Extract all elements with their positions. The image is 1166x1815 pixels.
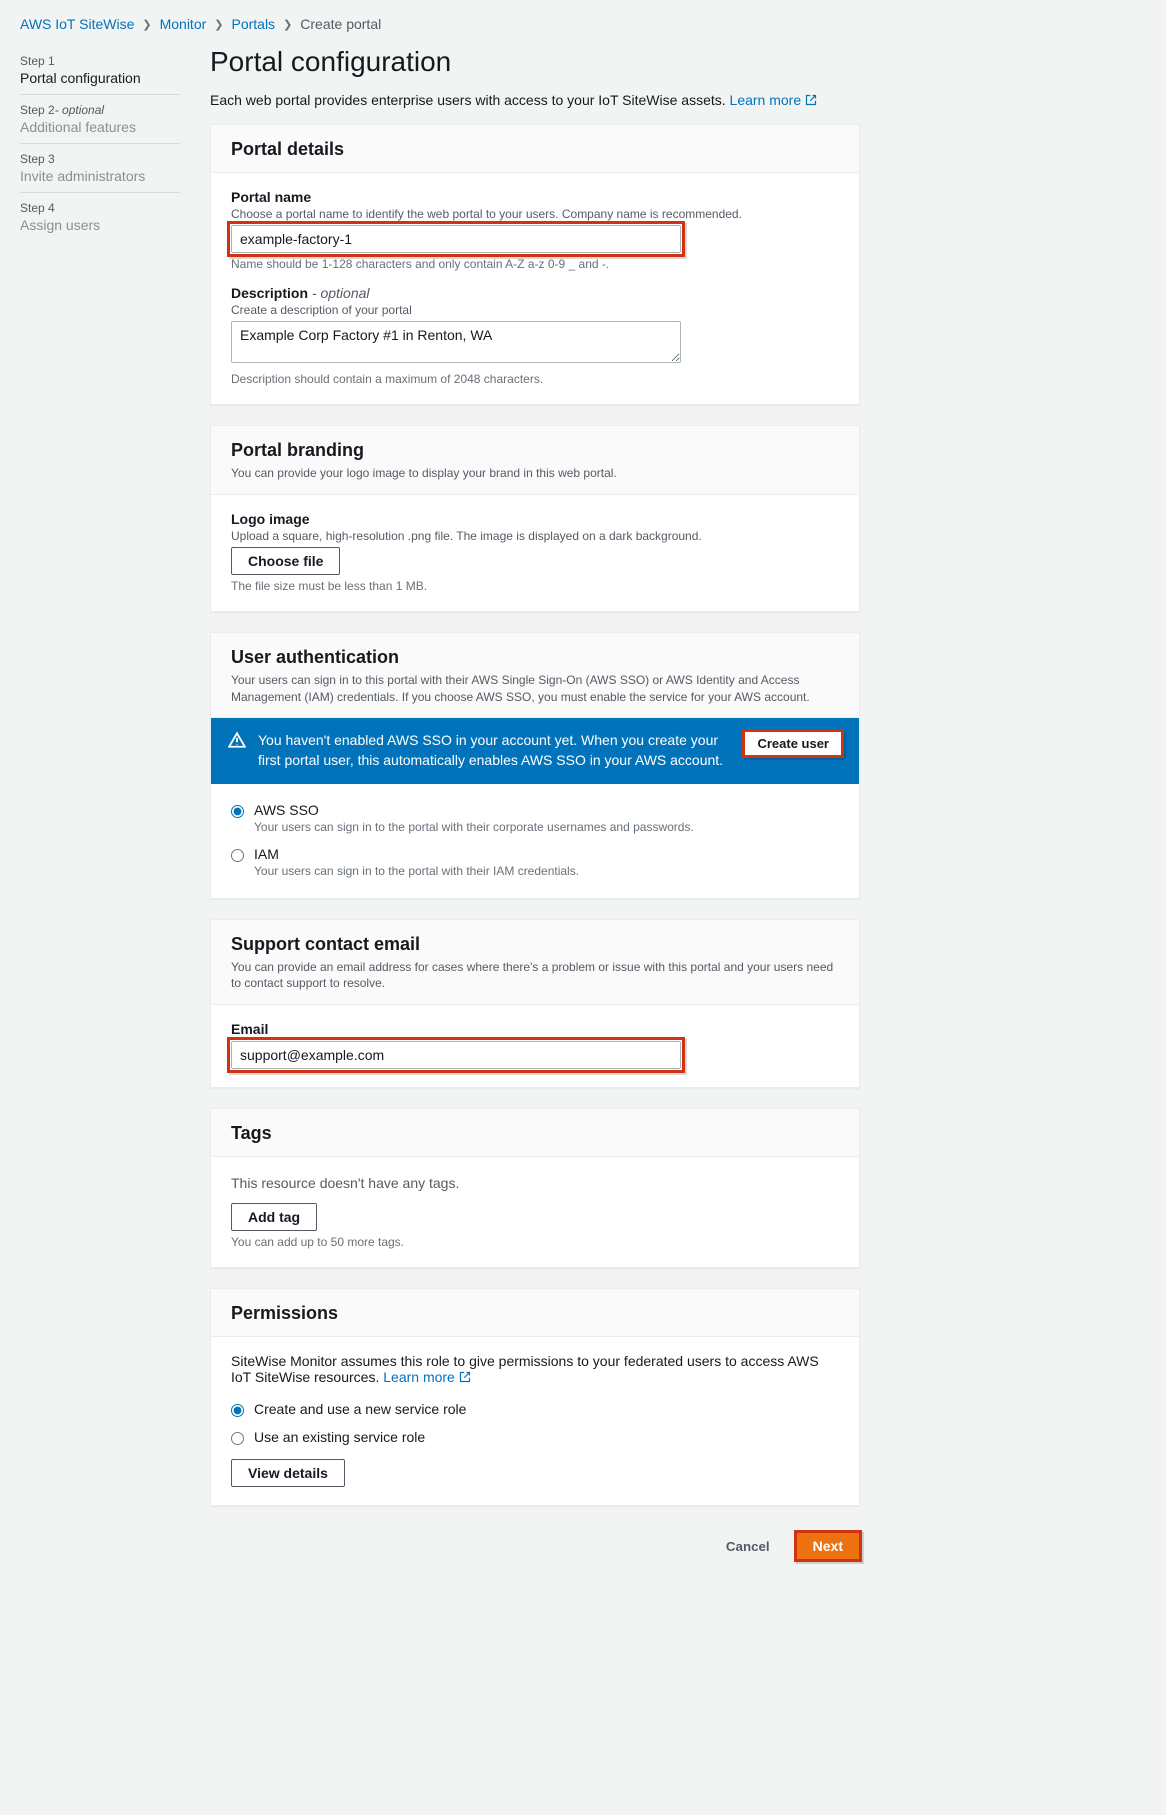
section-heading: Support contact email: [231, 934, 839, 955]
radio-title: IAM: [254, 846, 579, 862]
choose-file-button[interactable]: Choose file: [231, 547, 340, 575]
tags-empty-text: This resource doesn't have any tags.: [231, 1173, 839, 1203]
wizard-step-1[interactable]: Step 1 Portal configuration: [20, 48, 180, 95]
radio-input[interactable]: [231, 1432, 244, 1445]
portal-details-card: Portal details Portal name Choose a port…: [210, 124, 860, 405]
breadcrumb-link-sitewise[interactable]: AWS IoT SiteWise: [20, 16, 134, 32]
radio-title: AWS SSO: [254, 802, 694, 818]
highlight-annotation: [231, 225, 681, 253]
info-flash: You haven't enabled AWS SSO in your acco…: [211, 718, 859, 783]
logo-image-hint: The file size must be less than 1 MB.: [231, 575, 839, 593]
flash-message: You haven't enabled AWS SSO in your acco…: [258, 731, 732, 770]
description-label: Description - optional: [231, 285, 839, 301]
logo-image-desc: Upload a square, high-resolution .png fi…: [231, 527, 839, 547]
breadcrumb: AWS IoT SiteWise ❯ Monitor ❯ Portals ❯ C…: [20, 10, 860, 42]
portal-branding-card: Portal branding You can provide your log…: [210, 425, 860, 612]
tags-card: Tags This resource doesn't have any tags…: [210, 1108, 860, 1268]
next-button[interactable]: Next: [796, 1532, 860, 1560]
cancel-button[interactable]: Cancel: [710, 1532, 786, 1560]
wizard-step-label: Step 2- optional: [20, 103, 180, 117]
section-heading: Permissions: [231, 1303, 839, 1324]
section-sub: You can provide an email address for cas…: [231, 955, 839, 993]
highlight-annotation: Next: [796, 1532, 860, 1560]
learn-more-link[interactable]: Learn more: [383, 1369, 470, 1385]
breadcrumb-link-portals[interactable]: Portals: [231, 16, 275, 32]
permissions-desc: SiteWise Monitor assumes this role to gi…: [231, 1353, 839, 1395]
wizard-step-3[interactable]: Step 3 Invite administrators: [20, 146, 180, 193]
view-details-button[interactable]: View details: [231, 1459, 345, 1487]
section-sub: Your users can sign in to this portal wi…: [231, 668, 839, 706]
wizard-steps: Step 1 Portal configuration Step 2- opti…: [20, 42, 180, 1560]
wizard-step-label: Step 3: [20, 152, 180, 166]
logo-image-label: Logo image: [231, 511, 839, 527]
section-sub: You can provide your logo image to displ…: [231, 461, 839, 482]
description-hint: Description should contain a maximum of …: [231, 368, 839, 386]
tags-hint: You can add up to 50 more tags.: [231, 1231, 839, 1249]
section-heading: User authentication: [231, 647, 839, 668]
wizard-step-title: Additional features: [20, 117, 180, 135]
chevron-right-icon: ❯: [142, 18, 151, 31]
wizard-step-2[interactable]: Step 2- optional Additional features: [20, 97, 180, 144]
radio-title: Create and use a new service role: [254, 1401, 466, 1417]
learn-more-link[interactable]: Learn more: [730, 92, 817, 108]
page-intro: Each web portal provides enterprise user…: [210, 92, 860, 124]
section-heading: Tags: [231, 1123, 839, 1144]
role-option-new[interactable]: Create and use a new service role: [231, 1395, 839, 1423]
main-content: Portal configuration Each web portal pro…: [210, 42, 860, 1560]
chevron-right-icon: ❯: [214, 18, 223, 31]
wizard-step-label: Step 1: [20, 54, 180, 68]
footer-actions: Cancel Next: [210, 1526, 860, 1560]
auth-option-sso[interactable]: AWS SSO Your users can sign in to the po…: [231, 796, 839, 840]
portal-name-hint: Name should be 1-128 characters and only…: [231, 253, 839, 271]
page-title: Portal configuration: [210, 42, 860, 92]
create-user-button[interactable]: Create user: [744, 731, 842, 756]
portal-name-input[interactable]: [231, 225, 681, 253]
warning-triangle-icon: [228, 731, 246, 754]
radio-input[interactable]: [231, 805, 244, 818]
external-link-icon: [459, 1369, 471, 1385]
role-option-existing[interactable]: Use an existing service role: [231, 1423, 839, 1451]
wizard-step-title: Invite administrators: [20, 166, 180, 184]
permissions-card: Permissions SiteWise Monitor assumes thi…: [210, 1288, 860, 1506]
section-heading: Portal details: [231, 139, 839, 160]
external-link-icon: [805, 92, 817, 108]
radio-input[interactable]: [231, 849, 244, 862]
highlight-annotation: Create user: [744, 731, 842, 756]
highlight-annotation: [231, 1041, 681, 1069]
chevron-right-icon: ❯: [283, 18, 292, 31]
description-textarea[interactable]: Example Corp Factory #1 in Renton, WA: [231, 321, 681, 363]
radio-input[interactable]: [231, 1404, 244, 1417]
portal-name-label: Portal name: [231, 189, 839, 205]
user-auth-card: User authentication Your users can sign …: [210, 632, 860, 899]
radio-title: Use an existing service role: [254, 1429, 425, 1445]
auth-option-iam[interactable]: IAM Your users can sign in to the portal…: [231, 840, 839, 884]
add-tag-button[interactable]: Add tag: [231, 1203, 317, 1231]
email-label: Email: [231, 1021, 839, 1037]
wizard-step-label: Step 4: [20, 201, 180, 215]
description-sublabel: Create a description of your portal: [231, 301, 839, 321]
breadcrumb-current: Create portal: [300, 16, 381, 32]
support-email-input[interactable]: [231, 1041, 681, 1069]
wizard-step-title: Portal configuration: [20, 68, 180, 86]
breadcrumb-link-monitor[interactable]: Monitor: [160, 16, 207, 32]
portal-name-desc: Choose a portal name to identify the web…: [231, 205, 839, 225]
radio-desc: Your users can sign in to the portal wit…: [254, 818, 694, 834]
wizard-step-title: Assign users: [20, 215, 180, 233]
support-email-card: Support contact email You can provide an…: [210, 919, 860, 1089]
wizard-step-4[interactable]: Step 4 Assign users: [20, 195, 180, 241]
radio-desc: Your users can sign in to the portal wit…: [254, 862, 579, 878]
section-heading: Portal branding: [231, 440, 839, 461]
